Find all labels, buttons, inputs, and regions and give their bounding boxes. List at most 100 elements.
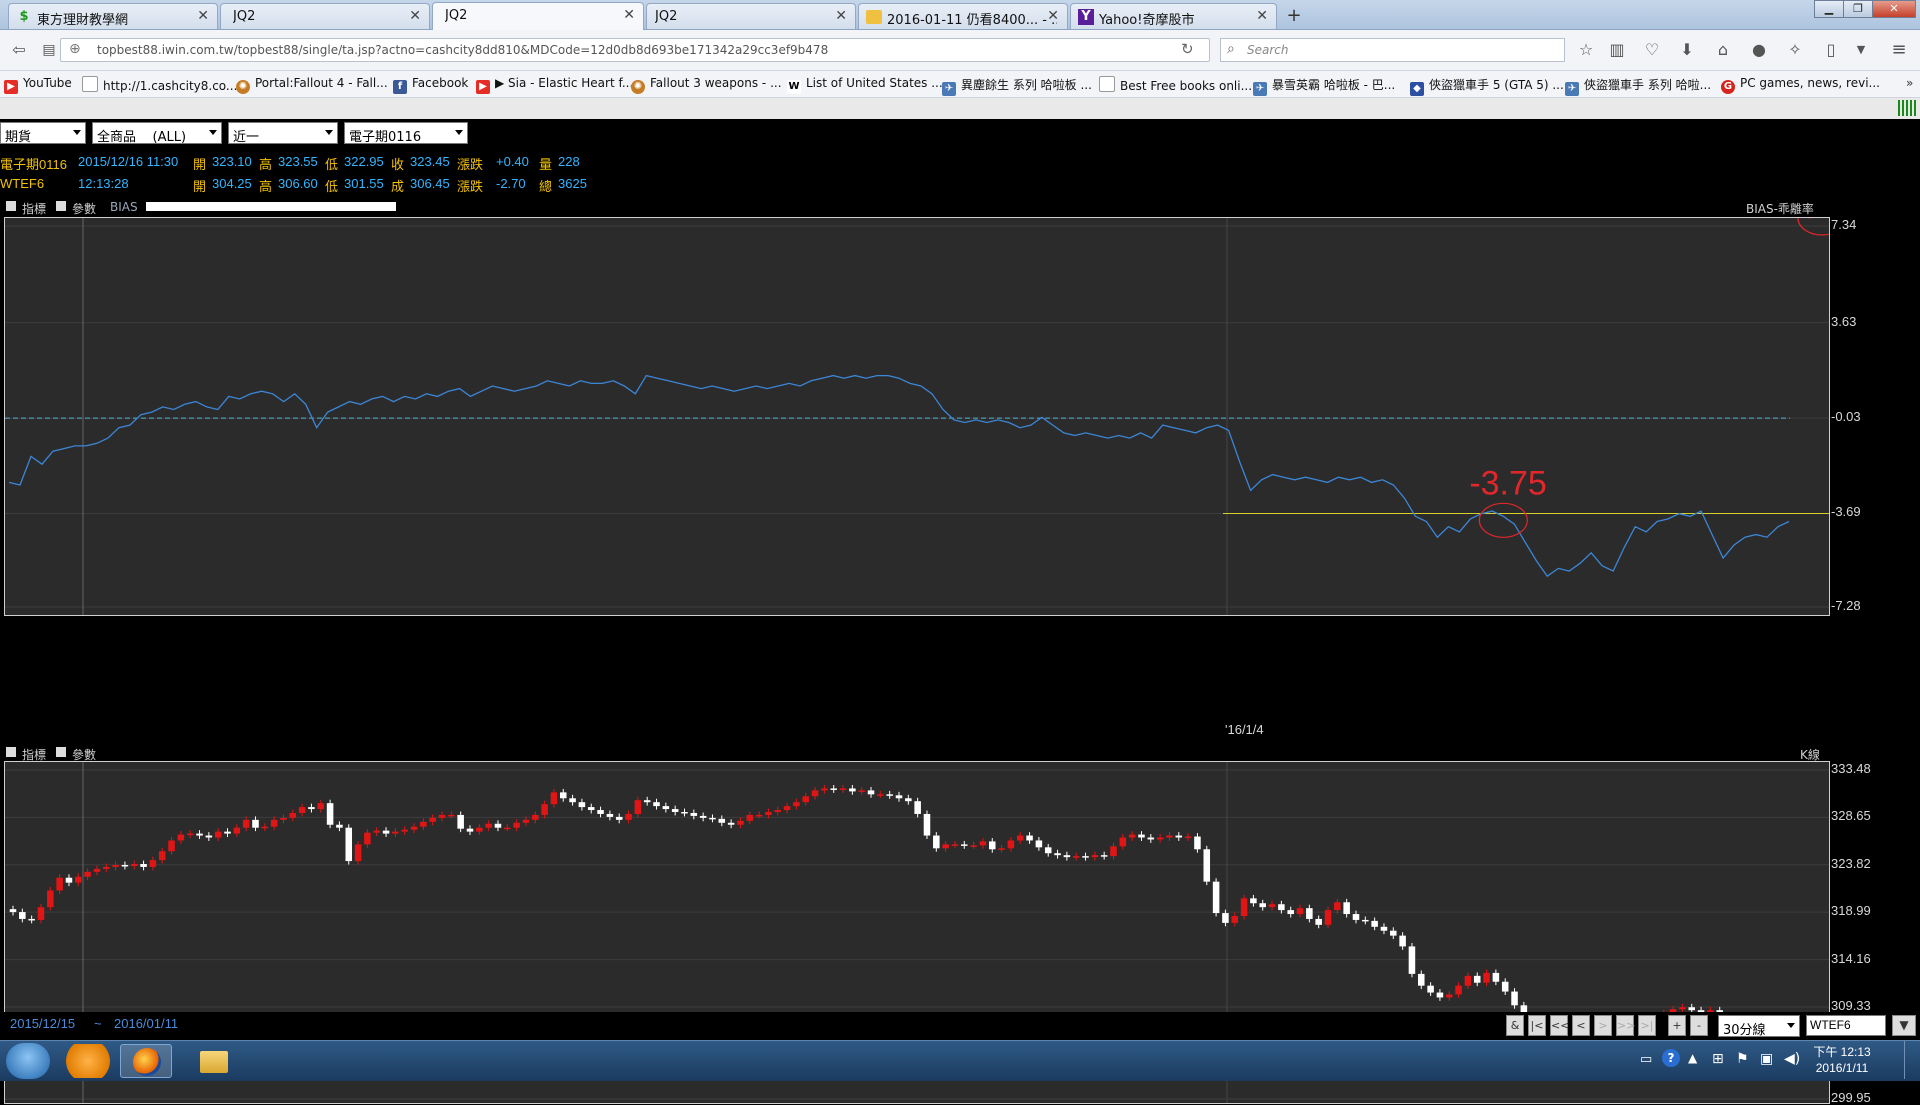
close-icon[interactable]: ✕	[197, 8, 209, 24]
candle-body	[541, 804, 548, 815]
chat-icon[interactable]: ●	[1748, 39, 1770, 61]
pocket-icon[interactable]: ♡	[1641, 39, 1663, 61]
quote-change: -2.70	[496, 176, 526, 191]
market-select[interactable]: 期貨	[0, 122, 86, 145]
download-icon[interactable]: ⬇	[1676, 39, 1698, 61]
home-icon[interactable]: ⌂	[1712, 39, 1734, 61]
product-select[interactable]: 全商品 (ALL)	[92, 122, 222, 145]
windows-flag-icon[interactable]: ⊞	[1712, 1051, 1724, 1067]
candle-body	[47, 890, 54, 908]
network-icon[interactable]: ▣	[1760, 1051, 1773, 1067]
candle-body	[1100, 855, 1108, 857]
bookmark-item[interactable]: ✺ Portal:Fallout 4 - Fall...	[236, 76, 388, 94]
extension-icon[interactable]: ✧	[1784, 39, 1806, 61]
chevron-down-icon[interactable]: ▼	[1850, 39, 1872, 61]
zoom-out-button[interactable]: -	[1690, 1015, 1708, 1036]
indicator-name: BIAS	[110, 200, 138, 214]
bookmark-item[interactable]: f Facebook	[393, 76, 468, 94]
maximize-button[interactable]: ❐	[1843, 0, 1873, 18]
media-player-icon[interactable]	[62, 1044, 114, 1078]
contract-month-select[interactable]: 近一	[228, 122, 338, 145]
action-center-icon[interactable]: ⚑	[1736, 1051, 1749, 1067]
parameter-menu[interactable]: 參數	[72, 200, 96, 217]
url-text: topbest88.iwin.com.tw/topbest88/single/t…	[97, 43, 829, 57]
reader-icon[interactable]: ▤	[38, 39, 60, 61]
bookmark-item[interactable]: G PC games, news, revi...	[1721, 76, 1880, 94]
next-button[interactable]: >	[1594, 1015, 1612, 1036]
candle-body	[1688, 1007, 1696, 1011]
bookmark-item[interactable]: ✈ 暴雪英霸 哈啦板 - 巴...	[1253, 76, 1395, 96]
fast-forward-button[interactable]: >>	[1616, 1015, 1635, 1036]
indicator-params-field[interactable]	[146, 202, 396, 211]
search-input[interactable]: ⌕ Search	[1220, 38, 1565, 62]
bookmark-item[interactable]: W List of United States ...	[787, 76, 943, 94]
close-icon[interactable]: ✕	[409, 8, 421, 24]
keyboard-icon[interactable]: ▭	[1640, 1052, 1656, 1068]
app-top-strip	[0, 98, 1920, 119]
browser-tab[interactable]: Y Yahoo!奇摩股市 ✕	[1070, 3, 1277, 29]
candle-body	[448, 814, 455, 817]
show-desktop-button[interactable]	[1904, 1041, 1919, 1079]
browser-tab[interactable]: JQ2 ✕	[646, 3, 856, 29]
symbol-select[interactable]: 電子期0116	[344, 122, 468, 145]
new-tab-button[interactable]: +	[1280, 4, 1308, 28]
last-page-button[interactable]: >|	[1638, 1015, 1656, 1036]
start-button[interactable]	[6, 1043, 50, 1079]
menu-icon[interactable]: ≡	[1888, 39, 1910, 61]
url-bar[interactable]: ⊕ topbest88.iwin.com.tw/topbest88/single…	[60, 38, 1210, 62]
firefox-taskbar-button[interactable]	[120, 1044, 172, 1078]
indicator-toggle-icon[interactable]	[6, 747, 16, 757]
bookmark-item[interactable]: ✺ Fallout 3 weapons - ...	[631, 76, 782, 94]
close-icon[interactable]: ✕	[1047, 8, 1059, 24]
gta-icon: ◆	[1410, 82, 1424, 96]
ampersand-button[interactable]: &	[1506, 1015, 1524, 1036]
quote-value: 306.45	[410, 176, 450, 191]
bookmark-item[interactable]: Best Free books onli...	[1099, 76, 1252, 93]
bookmark-item[interactable]: ✈ 俠盜獵車手 系列 哈啦...	[1565, 76, 1711, 96]
help-icon[interactable]: ?	[1662, 1049, 1680, 1067]
close-icon[interactable]: ✕	[1256, 8, 1268, 24]
close-icon[interactable]: ✕	[835, 8, 847, 24]
close-icon[interactable]: ✕	[623, 7, 635, 23]
bookmark-item[interactable]: http://1.cashcity8.co...	[82, 76, 237, 93]
y-tick-label: 323.82	[1831, 855, 1871, 871]
bookmark-item[interactable]: ▶ ▶ Sia - Elastic Heart f...	[476, 76, 633, 94]
parameter-toggle-icon[interactable]	[56, 201, 66, 211]
indicator-menu[interactable]: 指標	[22, 200, 46, 217]
browser-tab[interactable]: $ 東方理財教學網 ✕	[8, 3, 218, 29]
back-icon[interactable]: ⇦	[8, 39, 30, 61]
explorer-taskbar-button[interactable]	[188, 1044, 240, 1078]
minimize-button[interactable]: ▁	[1814, 0, 1844, 18]
candle-body	[1072, 856, 1080, 858]
bookmarks-list-icon[interactable]: ▥	[1606, 39, 1628, 61]
browser-tab[interactable]: JQ2 ✕	[220, 3, 430, 29]
chevron-up-icon[interactable]: ▲	[1688, 1051, 1697, 1065]
zoom-in-button[interactable]: +	[1668, 1015, 1686, 1036]
close-window-button[interactable]: ✕	[1872, 0, 1916, 18]
candle-body	[1278, 904, 1285, 911]
interval-select[interactable]: 30分線	[1718, 1015, 1800, 1038]
bookmark-item[interactable]: ▶ YouTube	[4, 76, 72, 94]
quote-label: 高	[259, 157, 273, 172]
bookmark-item[interactable]: ✈ 異塵餘生 系列 哈啦板 ...	[942, 76, 1092, 96]
system-clock[interactable]: 下午 12:13 2016/1/11	[1812, 1044, 1872, 1078]
indicator-toggle-icon[interactable]	[6, 201, 16, 211]
symbol-input[interactable]: WTEF6	[1806, 1015, 1886, 1036]
bookmarks-overflow-icon[interactable]: »	[1906, 76, 1913, 90]
chevron-down-icon	[209, 130, 217, 135]
prev-button[interactable]: <	[1572, 1015, 1590, 1036]
volume-icon[interactable]: ◀)	[1784, 1051, 1800, 1067]
clipboard-icon[interactable]: ▯	[1820, 39, 1842, 61]
bias-chart-panel[interactable]: -3.75 -3.68	[4, 217, 1830, 616]
browser-tab-active[interactable]: JQ2 ✕	[432, 2, 644, 30]
parameter-toggle-icon[interactable]	[56, 747, 66, 757]
first-page-button[interactable]: |<	[1528, 1015, 1546, 1036]
bookmark-star-icon[interactable]: ☆	[1575, 39, 1597, 61]
bookmark-item[interactable]: ◆ 俠盜獵車手 5 (GTA 5) ...	[1410, 76, 1564, 96]
reload-icon[interactable]: ↻	[1181, 40, 1194, 58]
rewind-button[interactable]: <<	[1550, 1015, 1569, 1036]
chevron-down-icon	[455, 130, 463, 135]
browser-tab[interactable]: 2016-01-11 仍看8400... - ... ✕	[858, 3, 1068, 29]
candle-body	[1483, 972, 1490, 983]
scroll-down-button[interactable]: ▼	[1892, 1015, 1916, 1036]
